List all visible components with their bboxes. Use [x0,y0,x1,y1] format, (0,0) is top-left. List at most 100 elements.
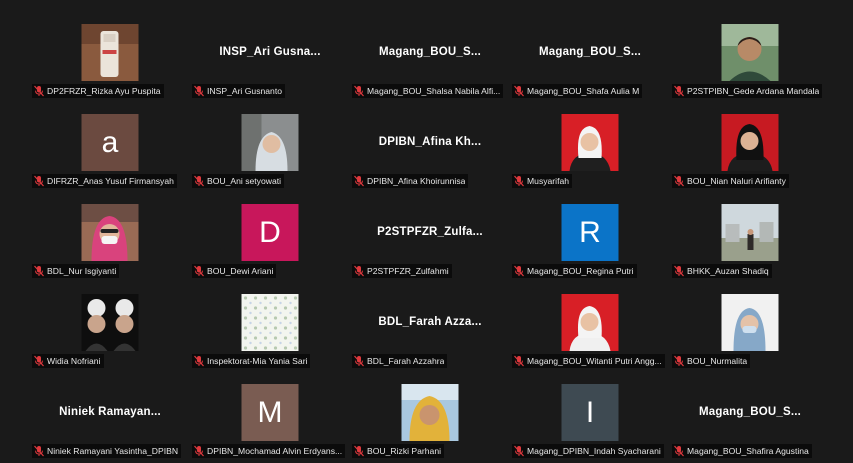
participant-name-text: DIFRZR_Anas Yusuf Firmansyah [47,176,174,186]
participant-avatar-initial: R [561,204,619,261]
muted-mic-icon [514,85,524,97]
participant-tile[interactable]: BOU_Ani setyowati [190,100,350,190]
participant-tile[interactable]: M DPIBN_Mochamad Alvin Erdyans... [190,370,350,460]
participant-tile[interactable]: DP2FRZR_Rizka Ayu Puspita [30,10,190,100]
participant-name-text: Magang_DPIBN_Indah Syacharani [527,446,661,456]
participant-grid: DP2FRZR_Rizka Ayu Puspita INSP_Ari Gusna.… [0,0,853,463]
participant-tile[interactable]: BOU_Nian Naluri Arifianty [670,100,830,190]
participant-name-label: BOU_Nian Naluri Arifianty [672,174,789,188]
muted-mic-icon [354,445,364,457]
participant-tile-name: BDL_Farah Azza... [378,316,482,328]
muted-mic-icon [194,355,204,367]
participant-name-label: DP2FRZR_Rizka Ayu Puspita [32,84,164,98]
muted-mic-icon [674,85,684,97]
participant-video [721,24,779,81]
muted-mic-icon [34,175,44,187]
participant-tile[interactable]: R Magang_BOU_Regina Putri [510,190,670,280]
muted-mic-icon [354,175,364,187]
participant-video [241,294,299,351]
participant-name-text: Widia Nofriani [47,356,101,366]
participant-tile[interactable]: Magang_BOU_S... Magang_BOU_Shafa Aulia M [510,10,670,100]
participant-name-label: BOU_Nurmalita [672,354,751,368]
participant-video [721,114,779,171]
participant-tile[interactable]: I Magang_DPIBN_Indah Syacharani [510,370,670,460]
participant-name-text: BOU_Rizki Parhani [367,446,442,456]
participant-name-text: P2STPFZR_Zulfahmi [367,266,449,276]
participant-tile[interactable]: Inspektorat-Mia Yania Sari [190,280,350,370]
participant-tile[interactable]: Magang_BOU_Witanti Putri Angg... [510,280,670,370]
participant-tile[interactable]: Magang_BOU_S... Magang_BOU_Shafira Agusti… [670,370,830,460]
participant-name-label: P2STPIBN_Gede Ardana Mandala [672,84,823,98]
participant-avatar-initial: I [561,384,619,441]
participant-video [81,294,139,351]
participant-name-text: Musyarifah [527,176,570,186]
participant-name-text: Magang_BOU_Shafa Aulia M [527,86,640,96]
participant-tile[interactable]: BDL_Farah Azza... BDL_Farah Azzahra [350,280,510,370]
participant-name-label: Magang_BOU_Regina Putri [512,264,637,278]
participant-name-text: Niniek Ramayani Yasintha_DPIBN [47,446,179,456]
participant-tile[interactable]: INSP_Ari Gusna... INSP_Ari Gusnanto [190,10,350,100]
participant-tile[interactable]: Niniek Ramayan... Niniek Ramayani Yasinth… [30,370,190,460]
participant-name-label: BOU_Rizki Parhani [352,444,445,458]
participant-name-text: Inspektorat-Mia Yania Sari [207,356,308,366]
participant-name-text: BDL_Farah Azzahra [367,356,445,366]
muted-mic-icon [674,265,684,277]
muted-mic-icon [194,445,204,457]
participant-avatar-initial: a [81,114,139,171]
participant-name-label: P2STPFZR_Zulfahmi [352,264,452,278]
participant-avatar-initial: D [241,204,299,261]
participant-avatar-initial: M [241,384,299,441]
participant-tile[interactable]: a DIFRZR_Anas Yusuf Firmansyah [30,100,190,190]
participant-tile[interactable]: BOU_Rizki Parhani [350,370,510,460]
participant-tile[interactable]: BOU_Nurmalita [670,280,830,370]
participant-tile[interactable]: DPIBN_Afina Kh... DPIBN_Afina Khoirunnisa [350,100,510,190]
muted-mic-icon [514,355,524,367]
participant-tile[interactable]: P2STPIBN_Gede Ardana Mandala [670,10,830,100]
muted-mic-icon [674,445,684,457]
participant-name-text: Magang_BOU_Shafira Agustina [687,446,809,456]
participant-tile-name: Niniek Ramayan... [59,406,161,418]
participant-tile-name: Magang_BOU_S... [538,46,642,58]
participant-name-label: Widia Nofriani [32,354,104,368]
participant-name-text: Magang_BOU_Shalsa Nabila Alfi... [367,86,501,96]
participant-name-label: BOU_Dewi Ariani [192,264,277,278]
participant-video [561,114,619,171]
participant-video [561,294,619,351]
participant-tile[interactable]: BHKK_Auzan Shadiq [670,190,830,280]
muted-mic-icon [194,175,204,187]
participant-name-text: Magang_BOU_Witanti Putri Angg... [527,356,662,366]
participant-name-text: DP2FRZR_Rizka Ayu Puspita [47,86,161,96]
participant-name-label: BDL_Farah Azzahra [352,354,448,368]
muted-mic-icon [514,175,524,187]
participant-name-label: INSP_Ari Gusnanto [192,84,285,98]
muted-mic-icon [354,85,364,97]
participant-name-text: BOU_Dewi Ariani [207,266,274,276]
participant-tile-name: DPIBN_Afina Kh... [378,136,482,148]
muted-mic-icon [514,265,524,277]
participant-tile-name: Magang_BOU_S... [378,46,482,58]
participant-tile[interactable]: D BOU_Dewi Ariani [190,190,350,280]
participant-name-label: BHKK_Auzan Shadiq [672,264,772,278]
participant-tile[interactable]: Widia Nofriani [30,280,190,370]
muted-mic-icon [194,265,204,277]
participant-name-label: BOU_Ani setyowati [192,174,285,188]
participant-name-label: Magang_BOU_Shafira Agustina [672,444,812,458]
participant-tile[interactable]: P2STPFZR_Zulfa... P2STPFZR_Zulfahmi [350,190,510,280]
participant-video [81,204,139,261]
participant-name-text: DPIBN_Mochamad Alvin Erdyans... [207,446,343,456]
participant-name-label: DIFRZR_Anas Yusuf Firmansyah [32,174,177,188]
participant-tile[interactable]: BDL_Nur Isgiyanti [30,190,190,280]
participant-name-label: Magang_BOU_Shafa Aulia M [512,84,643,98]
participant-tile[interactable]: Musyarifah [510,100,670,190]
muted-mic-icon [34,85,44,97]
participant-name-text: BOU_Ani setyowati [207,176,282,186]
participant-video [721,204,779,261]
participant-video [241,114,299,171]
muted-mic-icon [34,265,44,277]
participant-name-text: DPIBN_Afina Khoirunnisa [367,176,466,186]
participant-name-text: BHKK_Auzan Shadiq [687,266,769,276]
participant-name-label: BDL_Nur Isgiyanti [32,264,120,278]
participant-tile[interactable]: Magang_BOU_S... Magang_BOU_Shalsa Nabila … [350,10,510,100]
participant-name-text: P2STPIBN_Gede Ardana Mandala [687,86,820,96]
participant-name-text: BOU_Nian Naluri Arifianty [687,176,786,186]
